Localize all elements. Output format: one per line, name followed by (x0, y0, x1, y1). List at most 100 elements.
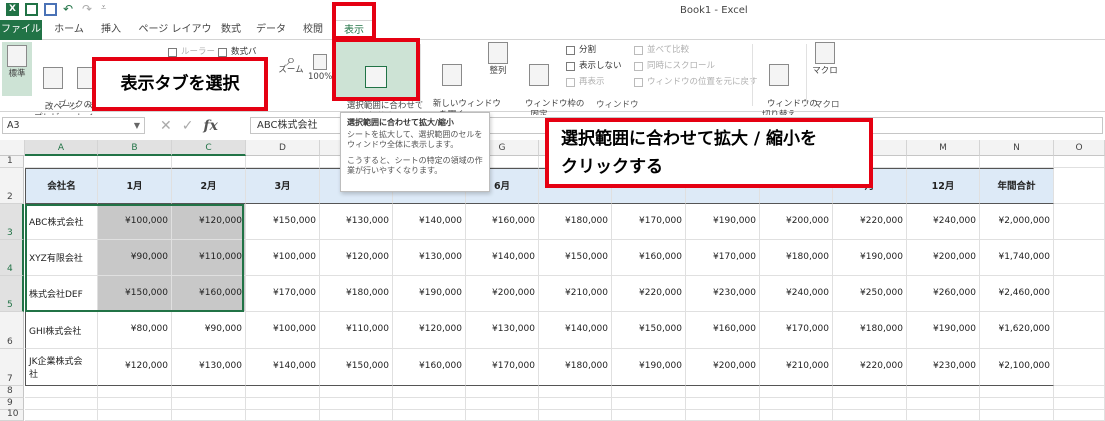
cell[interactable] (980, 398, 1054, 410)
amount-cell[interactable]: ¥160,000 (612, 240, 686, 276)
amount-cell[interactable]: ¥90,000 (98, 240, 172, 276)
amount-cell[interactable]: ¥110,000 (172, 240, 246, 276)
cell[interactable] (686, 386, 760, 398)
tab-review[interactable]: 校閲 (298, 20, 328, 40)
cell[interactable] (1054, 204, 1105, 240)
enter-icon[interactable]: ✓ (182, 118, 194, 134)
cell[interactable] (393, 410, 466, 421)
row-header[interactable]: 5 (0, 276, 24, 312)
row-header[interactable]: 2 (0, 168, 24, 204)
amount-cell[interactable]: ¥120,000 (98, 349, 172, 386)
amount-cell[interactable]: ¥230,000 (686, 276, 760, 312)
cell[interactable] (612, 410, 686, 421)
amount-cell[interactable]: ¥190,000 (907, 312, 980, 349)
amount-cell[interactable]: ¥180,000 (760, 240, 833, 276)
cell[interactable] (539, 386, 612, 398)
cell[interactable] (98, 410, 172, 421)
reset-window-position-button[interactable]: ウィンドウの位置を元に戻す (634, 76, 758, 88)
amount-cell[interactable]: ¥160,000 (466, 204, 539, 240)
amount-cell[interactable]: ¥110,000 (320, 312, 393, 349)
cell[interactable] (320, 410, 393, 421)
amount-cell[interactable]: ¥200,000 (907, 240, 980, 276)
cell[interactable] (393, 386, 466, 398)
cell[interactable] (1054, 156, 1105, 168)
cell[interactable] (612, 398, 686, 410)
tab-formulas[interactable]: 数式 (218, 20, 244, 40)
amount-cell[interactable]: ¥190,000 (833, 240, 907, 276)
cell[interactable] (833, 398, 907, 410)
cell[interactable] (98, 398, 172, 410)
amount-cell[interactable]: ¥180,000 (320, 276, 393, 312)
arrange-all-button[interactable]: 整列 (484, 42, 512, 77)
cell[interactable] (1054, 168, 1105, 204)
amount-cell[interactable]: ¥120,000 (320, 240, 393, 276)
cell[interactable] (686, 398, 760, 410)
undo-icon[interactable]: ↶ (63, 3, 76, 16)
row-header[interactable]: 4 (0, 240, 24, 276)
macros-button[interactable]: マクロ (810, 42, 840, 77)
amount-cell[interactable]: ¥160,000 (172, 276, 246, 312)
amount-cell[interactable]: ¥220,000 (833, 349, 907, 386)
table-header-cell[interactable]: 3月 (246, 168, 320, 204)
column-header[interactable]: C (172, 140, 246, 156)
cell[interactable] (1054, 386, 1105, 398)
cell[interactable] (466, 386, 539, 398)
table-header-cell[interactable]: 1月 (98, 168, 172, 204)
cell[interactable] (686, 410, 760, 421)
tab-data[interactable]: データ (256, 20, 286, 40)
amount-cell[interactable]: ¥130,000 (320, 204, 393, 240)
amount-cell[interactable]: ¥210,000 (539, 276, 612, 312)
amount-cell[interactable]: ¥180,000 (539, 204, 612, 240)
amount-cell[interactable]: ¥150,000 (539, 240, 612, 276)
amount-cell[interactable]: ¥230,000 (907, 349, 980, 386)
save-as-icon[interactable] (44, 3, 57, 16)
sync-scroll-button[interactable]: 同時にスクロール (634, 60, 715, 72)
cell[interactable] (246, 410, 320, 421)
cell[interactable] (907, 410, 980, 421)
table-header-cell[interactable]: 年間合計 (980, 168, 1054, 204)
cell[interactable] (980, 386, 1054, 398)
cell[interactable] (760, 398, 833, 410)
amount-cell[interactable]: ¥250,000 (833, 276, 907, 312)
amount-cell[interactable]: ¥140,000 (466, 240, 539, 276)
amount-cell[interactable]: ¥150,000 (246, 204, 320, 240)
cell[interactable] (760, 386, 833, 398)
amount-cell[interactable]: ¥2,100,000 (980, 349, 1054, 386)
amount-cell[interactable]: ¥80,000 (98, 312, 172, 349)
cell[interactable] (172, 156, 246, 168)
zoom-button[interactable]: ⌕ ズーム (276, 52, 306, 76)
column-header[interactable]: D (246, 140, 320, 156)
amount-cell[interactable]: ¥140,000 (246, 349, 320, 386)
amount-cell[interactable]: ¥200,000 (466, 276, 539, 312)
cell[interactable] (833, 386, 907, 398)
amount-cell[interactable]: ¥170,000 (760, 312, 833, 349)
amount-cell[interactable]: ¥170,000 (686, 240, 760, 276)
cell[interactable] (25, 156, 98, 168)
cell[interactable] (1054, 276, 1105, 312)
row-header[interactable]: 1 (0, 156, 24, 168)
cell[interactable] (25, 398, 98, 410)
company-name-cell[interactable]: JK企業株式会 社 (25, 349, 98, 386)
cell[interactable] (1054, 410, 1105, 421)
column-header[interactable]: O (1054, 140, 1105, 156)
company-name-cell[interactable]: 株式会社DEF (25, 276, 98, 312)
amount-cell[interactable]: ¥130,000 (466, 312, 539, 349)
amount-cell[interactable]: ¥120,000 (393, 312, 466, 349)
amount-cell[interactable]: ¥190,000 (612, 349, 686, 386)
amount-cell[interactable]: ¥130,000 (393, 240, 466, 276)
unhide-button[interactable]: 再表示 (566, 76, 605, 88)
cell[interactable] (172, 410, 246, 421)
cell[interactable] (172, 386, 246, 398)
row-header[interactable]: 7 (0, 349, 24, 386)
row-header[interactable]: 10 (0, 409, 24, 421)
amount-cell[interactable]: ¥130,000 (172, 349, 246, 386)
cell[interactable] (320, 386, 393, 398)
amount-cell[interactable]: ¥190,000 (686, 204, 760, 240)
amount-cell[interactable]: ¥180,000 (833, 312, 907, 349)
cell[interactable] (907, 398, 980, 410)
cell[interactable] (980, 156, 1054, 168)
column-header[interactable]: B (98, 140, 172, 156)
amount-cell[interactable]: ¥170,000 (612, 204, 686, 240)
amount-cell[interactable]: ¥160,000 (393, 349, 466, 386)
amount-cell[interactable]: ¥160,000 (686, 312, 760, 349)
